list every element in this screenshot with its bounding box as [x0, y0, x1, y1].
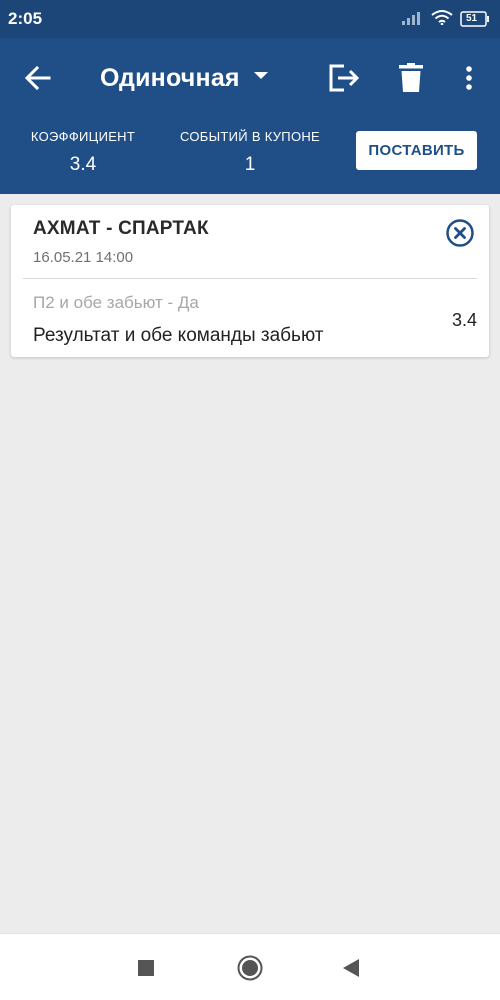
status-time: 2:05	[8, 9, 43, 28]
bet-type-selector[interactable]: Одиночная	[100, 60, 268, 96]
page-title: Одиночная	[100, 63, 240, 92]
battery-level: 51	[466, 13, 478, 24]
signal-icon	[402, 9, 424, 30]
bet-odd: 3.4	[451, 310, 477, 330]
coefficient-value: 3.4	[69, 154, 97, 175]
more-vert-icon[interactable]	[451, 60, 487, 96]
coefficient-block: КОЭФФИЦИЕНТ 3.4	[25, 129, 141, 176]
remove-bet-icon[interactable]	[445, 218, 475, 248]
back-arrow-icon[interactable]	[22, 62, 54, 94]
app-bar: Одиночная	[0, 38, 500, 118]
trash-icon[interactable]	[393, 60, 429, 96]
events-value: 1	[244, 154, 256, 175]
wifi-icon	[431, 9, 453, 30]
circle-home-icon[interactable]	[230, 934, 270, 1000]
bet-outcome: Результат и обе команды забьют	[33, 325, 324, 346]
square-recents-icon[interactable]	[126, 934, 166, 1000]
status-icons: 51	[402, 9, 490, 29]
coupon-summary: КОЭФФИЦИЕНТ 3.4 СОБЫТИЙ В КУПОНЕ 1 ПОСТА…	[0, 118, 500, 194]
bet-card: АХМАТ - СПАРТАК 16.05.21 14:00 П2 и обе …	[11, 205, 489, 357]
system-nav-bar	[0, 933, 500, 1000]
battery-icon: 51	[460, 11, 490, 27]
triangle-back-icon[interactable]	[331, 934, 371, 1000]
events-label: СОБЫТИЙ В КУПОНЕ	[179, 129, 321, 144]
bet-market: П2 и обе забьют - Да	[33, 293, 199, 312]
card-divider	[23, 278, 477, 279]
match-datetime: 16.05.21 14:00	[33, 249, 134, 266]
place-bet-button[interactable]: ПОСТАВИТЬ	[356, 131, 477, 170]
coefficient-label: КОЭФФИЦИЕНТ	[30, 129, 136, 144]
dropdown-caret-icon	[253, 71, 268, 79]
exit-icon[interactable]	[326, 60, 362, 96]
events-block: СОБЫТИЙ В КУПОНЕ 1	[176, 129, 324, 176]
match-title: АХМАТ - СПАРТАК	[33, 218, 209, 239]
status-bar: 2:05 51	[0, 0, 500, 38]
